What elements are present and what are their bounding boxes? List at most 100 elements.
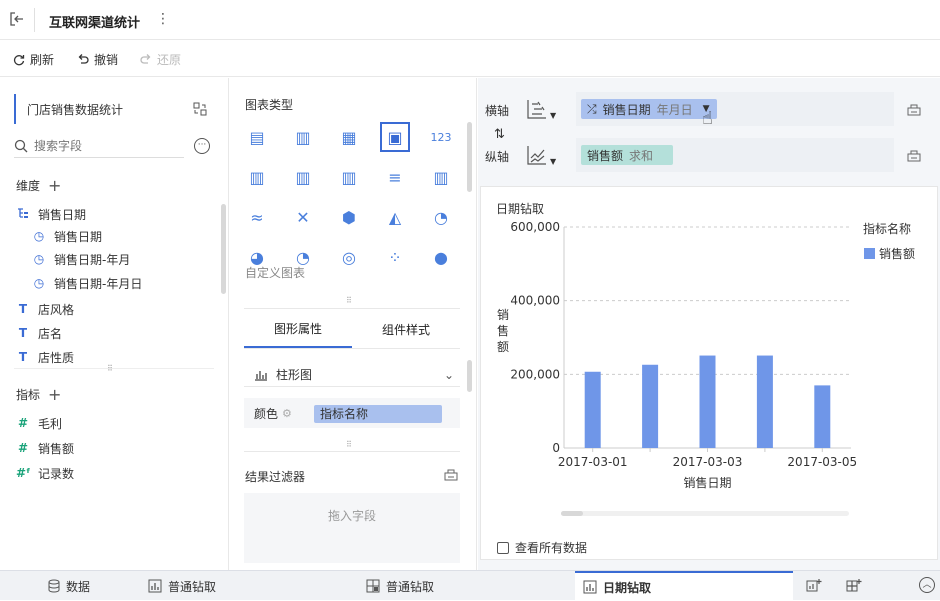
y-axis-row: 纵轴 ▼ 销售额 求和 [478, 138, 940, 172]
legend-swatch [864, 248, 875, 259]
view-all-checkbox[interactable]: 查看所有数据 [497, 539, 587, 556]
resize-handle[interactable] [14, 368, 214, 369]
add-dashboard-icon[interactable] [846, 578, 862, 597]
number-card-icon[interactable]: 123 [428, 124, 454, 150]
grouped-bar-icon[interactable]: ▥ [336, 164, 362, 190]
hierarchy-icon [16, 207, 30, 222]
multi-line-icon[interactable]: ✕ [290, 204, 316, 230]
redo-button[interactable]: 还原 [139, 51, 181, 68]
hash-icon: # [17, 441, 29, 455]
metric-item[interactable]: # 销售额 [16, 437, 74, 459]
y-axis-lock-icon[interactable] [907, 148, 921, 165]
metric-item[interactable]: # 毛利 [16, 412, 62, 434]
collapse-icon[interactable]: ︿ [919, 577, 935, 593]
dimension-item[interactable]: ◷ 销售日期-年月日 [32, 272, 143, 294]
x-axis-type-icon[interactable]: ▼ [526, 98, 556, 120]
y-axis-type-icon[interactable]: ▼ [526, 144, 556, 166]
grouped-table-icon[interactable]: ▣ [380, 122, 410, 152]
dataset-name: 门店销售数据统计 [27, 102, 124, 117]
add-component-icon[interactable] [806, 578, 822, 597]
chart-type-select[interactable]: 柱形图 ⌄ [244, 363, 460, 387]
x-axis-lock-icon[interactable] [907, 102, 921, 119]
horizontal-scrollbar[interactable] [561, 511, 849, 516]
cross-table-icon[interactable]: ▥ [290, 124, 316, 150]
search-input[interactable] [34, 138, 174, 153]
switch-dataset-icon[interactable] [193, 102, 207, 119]
dimension-item[interactable]: 销售日期 [16, 203, 86, 225]
color-label: 颜色 [254, 406, 279, 421]
radar-icon[interactable]: ⬢ [336, 204, 362, 230]
y-axis-field-pill[interactable]: 销售额 求和 [581, 145, 673, 165]
gauge-icon[interactable]: ◔ [428, 204, 454, 230]
custom-chart-label[interactable]: 自定义图表 [245, 264, 305, 281]
tab-normal-drill-2[interactable]: 普通钻取 [366, 571, 434, 601]
drag-handle-icon[interactable]: ⠿ [346, 296, 352, 305]
chart-type-title: 图表类型 [245, 98, 294, 112]
color-field-pill[interactable]: 指标名称 [314, 405, 442, 423]
chart-title: 日期钻取 [496, 202, 545, 216]
stacked-bar-icon[interactable]: ▥ [244, 164, 270, 190]
x-axis-label: 横轴 [485, 104, 510, 118]
gear-icon[interactable]: ⚙ [282, 407, 292, 420]
scatter-icon[interactable]: ⁘ [382, 244, 408, 270]
refresh-button[interactable]: 刷新 [12, 51, 54, 68]
map-icon[interactable]: ◎ [336, 244, 362, 270]
filter-lock-icon[interactable] [444, 467, 458, 484]
filter-drop-zone[interactable]: 拖入字段 [244, 493, 460, 563]
drag-handle-icon[interactable]: ⠿ [107, 364, 113, 373]
dimension-item[interactable]: T 店名 [16, 322, 62, 344]
bar-chart-icon [255, 370, 267, 381]
add-dimension-icon[interactable]: + [48, 176, 61, 195]
bar [642, 364, 659, 448]
dimension-title: 维度 + [16, 176, 62, 195]
more-vertical-icon[interactable]: ⋮ [156, 11, 170, 27]
x-axis-title: 销售日期 [683, 475, 731, 490]
exit-icon[interactable] [8, 10, 26, 28]
bar [584, 371, 601, 448]
multi-bar-icon[interactable]: ▥ [290, 164, 316, 190]
text-icon: T [18, 326, 28, 340]
undo-label: 撤销 [94, 53, 119, 67]
tab-date-drill[interactable]: 日期钻取 [575, 571, 793, 601]
dimension-item[interactable]: ◷ 销售日期-年月 [32, 248, 131, 270]
drag-handle-icon[interactable]: ⠿ [346, 440, 352, 449]
bar-chart: 600,000 400,000 200,000 02017-03-01 2017-03-… [497, 220, 915, 490]
undo-button[interactable]: 撤销 [76, 51, 118, 68]
tab-component-style[interactable]: 组件样式 [352, 310, 460, 348]
y-axis-label: 纵轴 [485, 150, 510, 164]
y-axis-title-char: 售 [497, 323, 509, 338]
more-options-icon[interactable]: ··· [194, 138, 210, 154]
metric-item[interactable]: #ᶠ 记录数 [16, 462, 74, 484]
add-metric-icon[interactable]: + [48, 385, 61, 404]
horizontal-bar-icon[interactable]: ≡ [382, 164, 408, 190]
redo-label: 还原 [157, 53, 182, 67]
table-icon[interactable]: ▤ [244, 124, 270, 150]
dimension-item[interactable]: ◷ 销售日期 [32, 225, 102, 247]
dimension-item[interactable]: T 店风格 [16, 298, 74, 320]
clock-icon: ◷ [33, 229, 45, 243]
bar-chart-icon [583, 580, 597, 594]
chart-type-grid: ▤ ▥ ▦ ▣ 123 ▥ ▥ ▥ ≡ ▥ ≈ ✕ ⬢ ◭ ◔ ◕ ◔ ◎ ⁘ ● [244, 122, 464, 267]
bar [699, 355, 716, 448]
y-tick-label: 200,000 [510, 367, 560, 381]
x-axis-field-pill[interactable]: ⤮ 销售日期 年月日 ▼ [581, 99, 717, 119]
area-icon[interactable]: ◭ [382, 204, 408, 230]
detail-table-icon[interactable]: ▦ [336, 124, 362, 150]
tab-data[interactable]: 数据 [48, 571, 90, 601]
chart-config-panel: 图表类型 ▤ ▥ ▦ ▣ 123 ▥ ▥ ▥ ≡ ▥ ≈ ✕ ⬢ ◭ ◔ ◕ ◔ ◎ ⁘ ● 自定义图表 ⠿ 图形属性… [230, 78, 477, 570]
scrollbar[interactable] [467, 122, 472, 192]
line-icon[interactable]: ≈ [244, 204, 270, 230]
dataset-selector[interactable]: 门店销售数据统计 [14, 94, 214, 124]
scrollbar[interactable] [467, 360, 472, 392]
scrollbar[interactable] [221, 204, 226, 294]
range-bar-icon[interactable]: ▥ [428, 164, 454, 190]
tab-graph-properties[interactable]: 图形属性 [244, 310, 352, 348]
dimension-item[interactable]: T 店性质 [16, 346, 74, 368]
search-box[interactable] [14, 134, 184, 158]
chart-area: 横轴 ▼ ⤮ 销售日期 年月日 ▼ ⇅ 纵轴 ▼ 销售额 求和 ☝ 日期钻取 6… [478, 78, 940, 570]
bubble-icon[interactable]: ● [428, 244, 454, 270]
legend-label: 销售额 [879, 246, 915, 261]
tab-normal-drill-1[interactable]: 普通钻取 [148, 571, 216, 601]
y-tick-label: 0 [552, 441, 560, 455]
bar-chart-icon [148, 579, 162, 593]
